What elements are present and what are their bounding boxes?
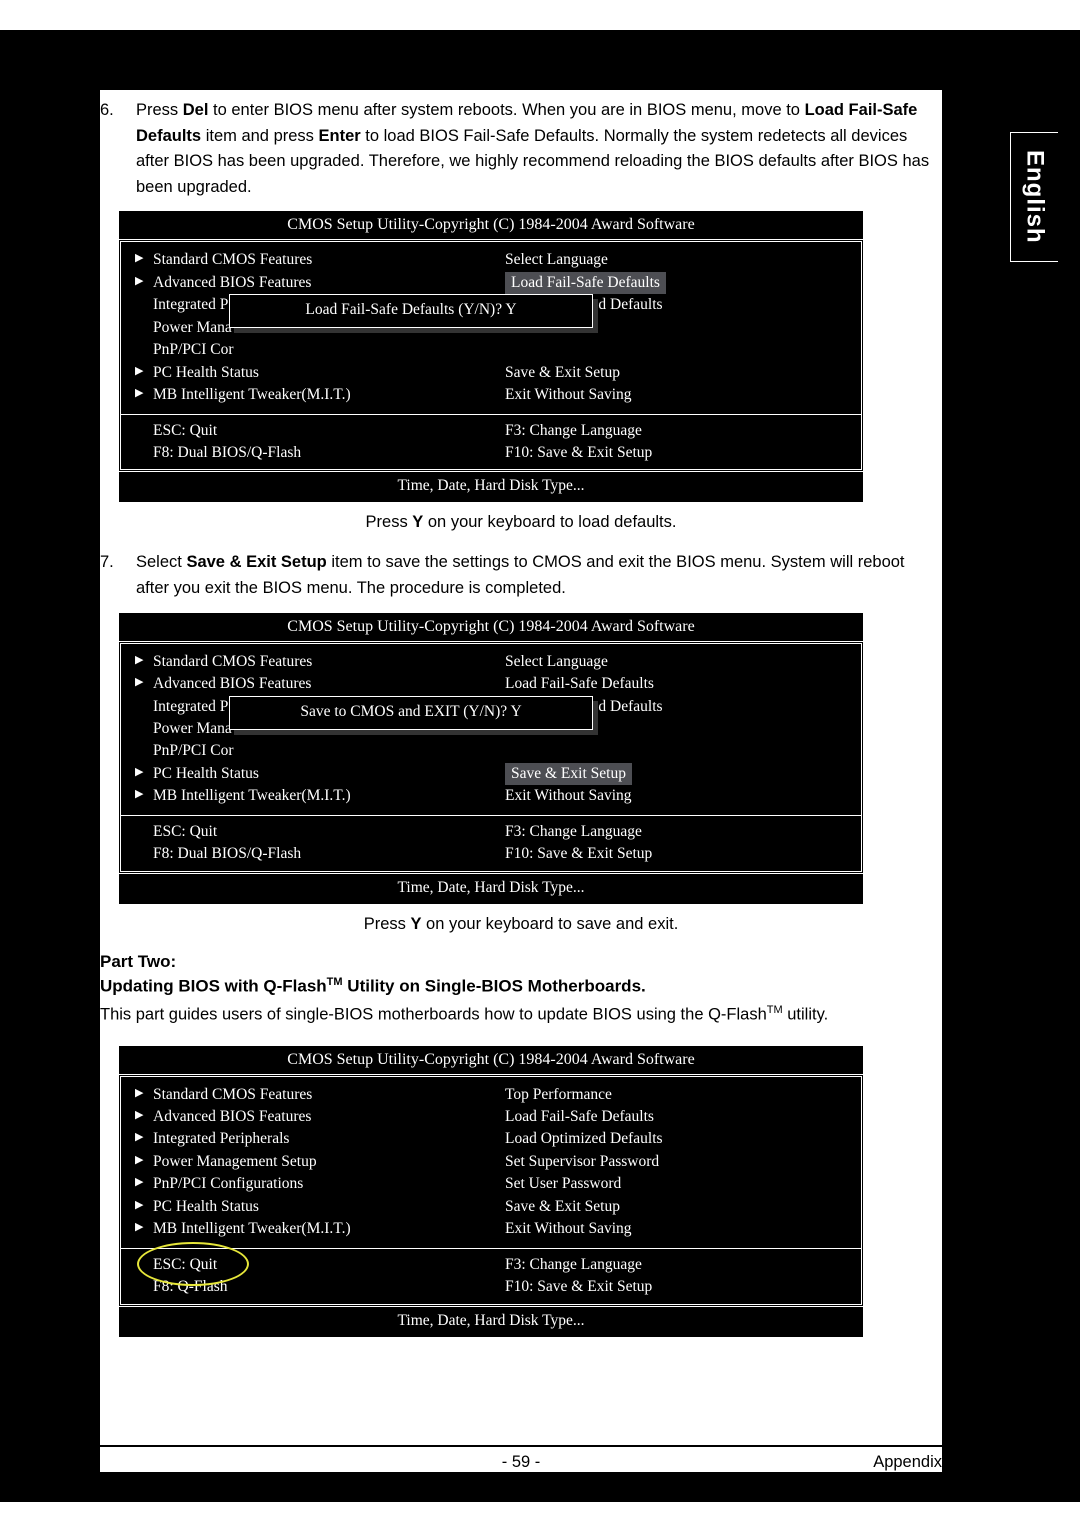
menu-item-highlighted[interactable]: Save & Exit Setup xyxy=(505,763,861,785)
part-two-heading: Part Two: xyxy=(100,952,942,972)
bios-title: CMOS Setup Utility-Copyright (C) 1984-20… xyxy=(119,211,863,240)
step-num: 7. xyxy=(100,550,136,601)
foot-key: F8: Q-Flash xyxy=(153,1276,491,1298)
menu-item[interactable]: Exit Without Saving xyxy=(505,1218,861,1240)
menu-item[interactable]: ▶Standard CMOS Features xyxy=(153,249,491,271)
part-two-subheading: Updating BIOS with Q-FlashTM Utility on … xyxy=(100,976,942,997)
menu-item[interactable]: Exit Without Saving xyxy=(505,384,861,406)
foot-key: F10: Save & Exit Setup xyxy=(505,843,861,865)
menu-item[interactable]: Top Performance xyxy=(505,1084,861,1106)
side-tab-label: English xyxy=(1021,150,1049,244)
arrow-icon: ▶ xyxy=(135,1153,143,1169)
menu-item[interactable]: ▶Integrated Peripherals xyxy=(153,1128,491,1150)
arrow-icon: ▶ xyxy=(135,386,143,402)
step-6: 6. Press Del to enter BIOS menu after sy… xyxy=(100,98,942,200)
foot-key: ESC: Quit xyxy=(153,420,491,442)
menu-item[interactable]: Load Fail-Safe Defaults xyxy=(505,673,861,695)
arrow-icon: ▶ xyxy=(135,1198,143,1214)
menu-item[interactable]: ▶MB Intelligent Tweaker(M.I.T.) xyxy=(153,384,491,406)
menu-item[interactable]: ▶PC Health Status xyxy=(153,362,491,384)
foot-key: F10: Save & Exit Setup xyxy=(505,1276,861,1298)
menu-item[interactable]: ▶Advanced BIOS Features xyxy=(153,673,491,695)
bios-screen-2: CMOS Setup Utility-Copyright (C) 1984-20… xyxy=(118,612,864,905)
menu-item[interactable]: Select Language xyxy=(505,651,861,673)
menu-item[interactable]: ▶PnP/PCI Cor xyxy=(153,740,248,762)
menu-item[interactable]: ▶PnP/PCI Configurations xyxy=(153,1173,491,1195)
foot-key: F3: Change Language xyxy=(505,1254,861,1276)
side-tab: English xyxy=(1010,132,1058,262)
bios-help: Time, Date, Hard Disk Type... xyxy=(119,1306,863,1337)
step-text: Press Del to enter BIOS menu after syste… xyxy=(136,98,942,200)
part-two-paragraph: This part guides users of single-BIOS mo… xyxy=(100,1002,942,1028)
arrow-icon: ▶ xyxy=(135,1086,143,1102)
menu-item[interactable]: Select Language xyxy=(505,249,861,271)
foot-key: F3: Change Language xyxy=(505,420,861,442)
menu-item[interactable]: Save & Exit Setup xyxy=(505,362,861,384)
arrow-icon: ▶ xyxy=(135,675,143,691)
menu-item[interactable]: ▶Power Management Setup xyxy=(153,1151,491,1173)
menu-item[interactable]: Load Fail-Safe Defaults xyxy=(505,1106,861,1128)
menu-item[interactable]: ▶MB Intelligent Tweaker(M.I.T.) xyxy=(153,785,491,807)
menu-item[interactable]: ▶Standard CMOS Features xyxy=(153,1084,491,1106)
arrow-icon: ▶ xyxy=(135,1108,143,1124)
step-7: 7. Select Save & Exit Setup item to save… xyxy=(100,550,942,601)
step-num: 6. xyxy=(100,98,136,200)
arrow-icon: ▶ xyxy=(135,1130,143,1146)
arrow-icon: ▶ xyxy=(135,251,143,267)
page-number: - 59 - xyxy=(502,1453,541,1472)
menu-item[interactable]: Set Supervisor Password xyxy=(505,1151,861,1173)
menu-item-highlighted[interactable]: Load Fail-Safe Defaults xyxy=(505,272,861,294)
page-footer: - 59 - Appendix xyxy=(100,1445,942,1472)
menu-item[interactable]: Save & Exit Setup xyxy=(505,1196,861,1218)
foot-key: F8: Dual BIOS/Q-Flash xyxy=(153,442,491,464)
bios-title: CMOS Setup Utility-Copyright (C) 1984-20… xyxy=(119,1046,863,1075)
menu-item[interactable]: Load Optimized Defaults xyxy=(505,1128,861,1150)
arrow-icon: ▶ xyxy=(135,787,143,803)
bios-screen-3: CMOS Setup Utility-Copyright (C) 1984-20… xyxy=(118,1045,864,1338)
caption-1: Press Y on your keyboard to load default… xyxy=(100,513,942,532)
arrow-icon: ▶ xyxy=(135,1175,143,1191)
foot-key: F10: Save & Exit Setup xyxy=(505,442,861,464)
arrow-icon: ▶ xyxy=(135,653,143,669)
foot-key: F8: Dual BIOS/Q-Flash xyxy=(153,843,491,865)
bios-screen-1: CMOS Setup Utility-Copyright (C) 1984-20… xyxy=(118,210,864,503)
foot-key: ESC: Quit xyxy=(153,1254,491,1276)
menu-item[interactable]: ▶Advanced BIOS Features xyxy=(153,272,491,294)
appendix-label: Appendix xyxy=(873,1453,942,1472)
caption-2: Press Y on your keyboard to save and exi… xyxy=(100,915,942,934)
confirm-dialog[interactable]: Save to CMOS and EXIT (Y/N)? Y xyxy=(229,696,593,730)
menu-item[interactable]: ▶PC Health Status xyxy=(153,1196,491,1218)
bios-help: Time, Date, Hard Disk Type... xyxy=(119,471,863,502)
bios-title: CMOS Setup Utility-Copyright (C) 1984-20… xyxy=(119,613,863,642)
arrow-icon: ▶ xyxy=(135,364,143,380)
foot-key: F3: Change Language xyxy=(505,821,861,843)
menu-item[interactable]: ▶MB Intelligent Tweaker(M.I.T.) xyxy=(153,1218,491,1240)
arrow-icon: ▶ xyxy=(135,765,143,781)
bios-help: Time, Date, Hard Disk Type... xyxy=(119,873,863,904)
menu-item[interactable]: Exit Without Saving xyxy=(505,785,861,807)
menu-item[interactable]: ▶PnP/PCI Cor xyxy=(153,339,248,361)
menu-item[interactable]: ▶PC Health Status xyxy=(153,763,491,785)
step-text: Select Save & Exit Setup item to save th… xyxy=(136,550,942,601)
arrow-icon: ▶ xyxy=(135,274,143,290)
foot-key: ESC: Quit xyxy=(153,821,491,843)
menu-item[interactable]: ▶Standard CMOS Features xyxy=(153,651,491,673)
menu-item[interactable]: ▶Advanced BIOS Features xyxy=(153,1106,491,1128)
menu-item[interactable]: Set User Password xyxy=(505,1173,861,1195)
confirm-dialog[interactable]: Load Fail-Safe Defaults (Y/N)? Y xyxy=(229,294,593,328)
arrow-icon: ▶ xyxy=(135,1220,143,1236)
